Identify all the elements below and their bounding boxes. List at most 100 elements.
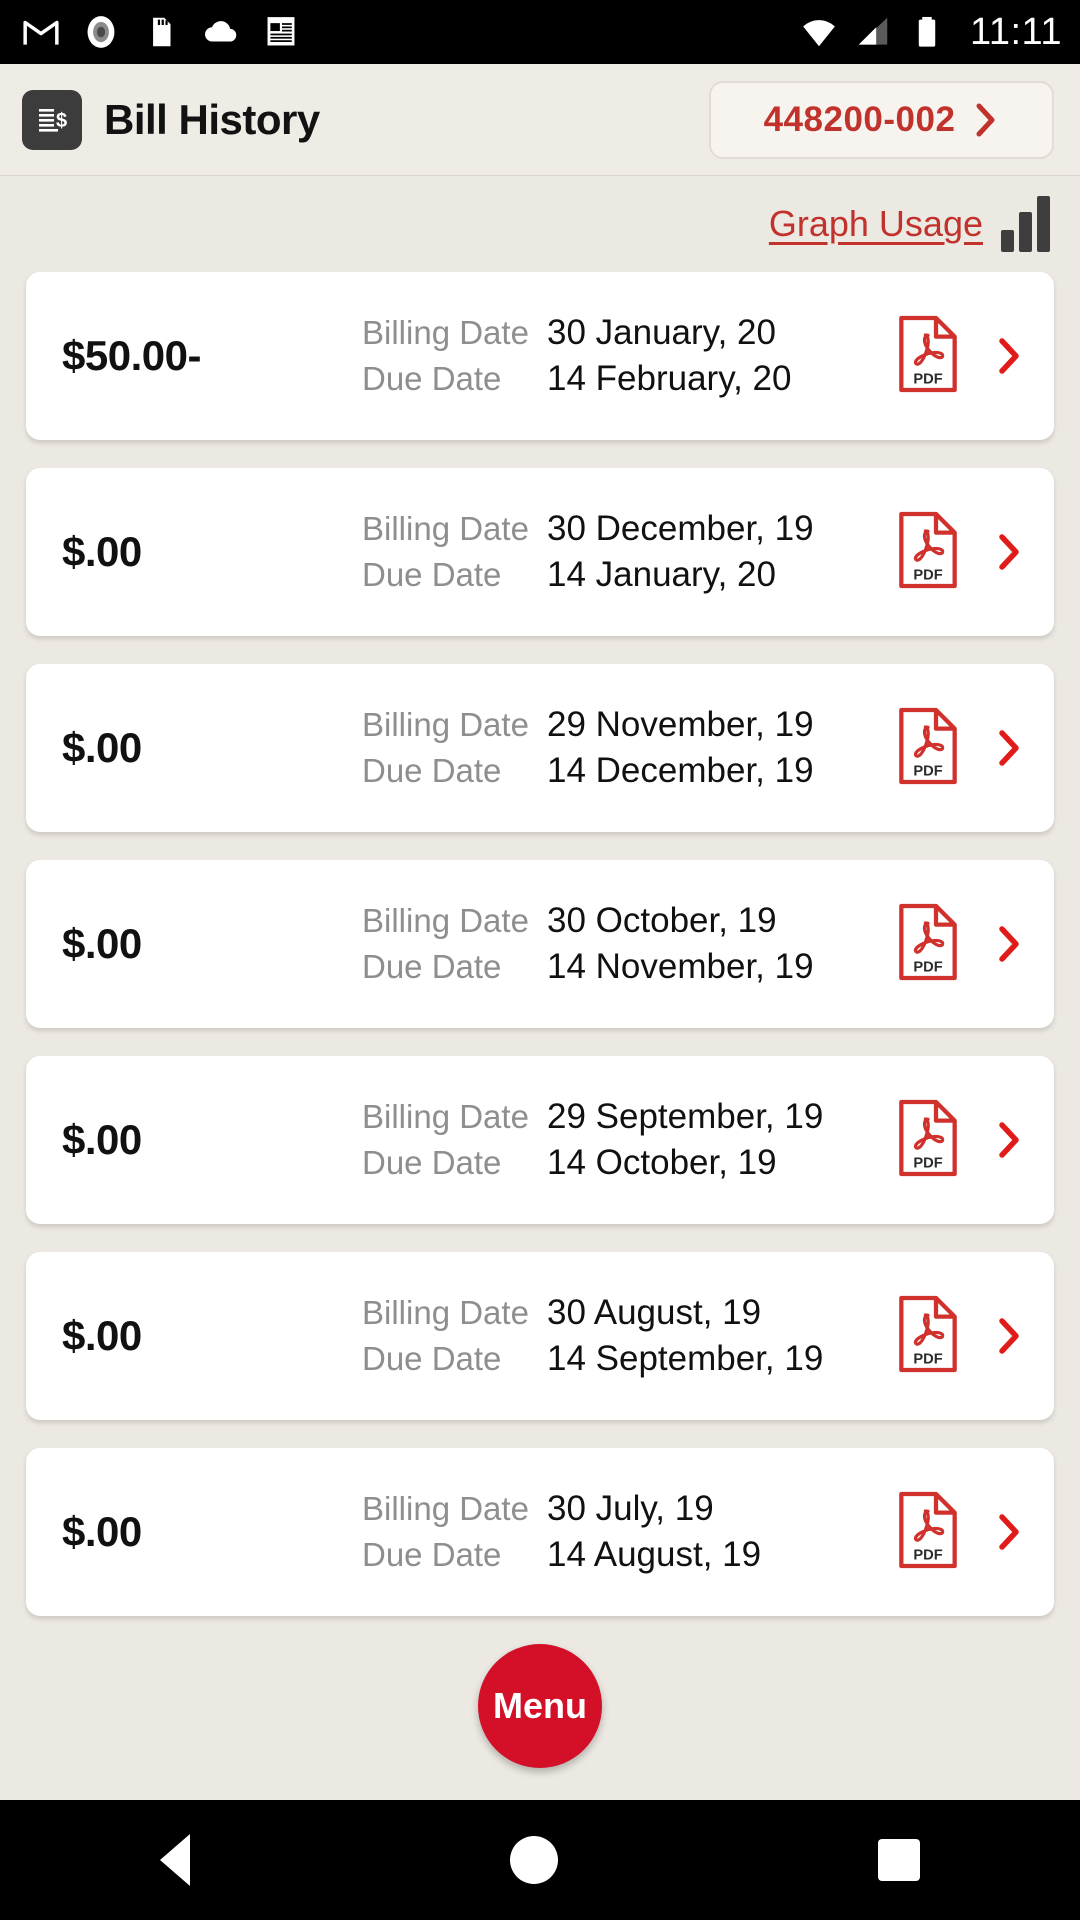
billing-date-row: Billing Date 30 July, 19 <box>362 1489 896 1529</box>
billing-date-label: Billing Date <box>362 902 529 939</box>
bar-chart-icon[interactable] <box>1001 196 1050 252</box>
billing-date-value: 29 September, 19 <box>547 1097 824 1136</box>
record-icon <box>87 16 115 48</box>
billing-date-label: Billing Date <box>362 1490 529 1527</box>
home-icon[interactable] <box>510 1836 558 1884</box>
due-date-label: Due Date <box>362 1536 502 1573</box>
due-date-value: 14 February, 20 <box>547 359 792 398</box>
recents-icon[interactable] <box>878 1839 920 1881</box>
bill-card[interactable]: $.00 Billing Date 29 September, 19 Due Date… <box>26 1056 1054 1224</box>
pdf-icon[interactable]: PDF <box>896 902 960 987</box>
app-root: 11:11 $ Bill History 448200-002 Graph Us… <box>0 0 1080 1920</box>
billing-date-row: Billing Date 30 August, 19 <box>362 1293 896 1333</box>
due-date-row: Due Date 14 September, 19 <box>362 1339 896 1379</box>
due-date-row: Due Date 14 December, 19 <box>362 751 896 791</box>
bill-amount: $50.00- <box>62 332 201 379</box>
billing-date-row: Billing Date 29 November, 19 <box>362 705 896 745</box>
billing-date-label: Billing Date <box>362 1098 529 1135</box>
battery-icon <box>918 16 936 47</box>
bill-history-content: Graph Usage $50.00- Billing Date 30 Januar… <box>0 176 1080 1800</box>
billing-date-value: 29 November, 19 <box>547 705 814 744</box>
pdf-icon[interactable]: PDF <box>896 706 960 791</box>
due-date-label: Due Date <box>362 1144 502 1181</box>
due-date-label: Due Date <box>362 752 502 789</box>
pdf-icon[interactable]: PDF <box>896 1490 960 1575</box>
bill-amount: $.00 <box>62 920 142 967</box>
bill-card[interactable]: $.00 Billing Date 30 December, 19 Due Date 1… <box>26 468 1054 636</box>
pdf-icon[interactable]: PDF <box>896 510 960 595</box>
due-date-row: Due Date 14 October, 19 <box>362 1143 896 1183</box>
graph-usage-link[interactable]: Graph Usage <box>769 203 983 245</box>
billing-date-row: Billing Date 30 October, 19 <box>362 901 896 941</box>
billing-date-value: 30 December, 19 <box>547 509 814 548</box>
sd-card-icon <box>153 17 171 47</box>
pdf-icon[interactable]: PDF <box>896 1294 960 1379</box>
pdf-icon[interactable]: PDF <box>896 314 960 399</box>
gmail-icon <box>23 20 59 45</box>
due-date-value: 14 October, 19 <box>547 1143 777 1182</box>
svg-text:PDF: PDF <box>913 1155 942 1171</box>
android-navigation-bar <box>0 1800 1080 1920</box>
bill-detail-chevron-icon[interactable] <box>994 1510 1024 1554</box>
app-header: $ Bill History 448200-002 <box>0 64 1080 176</box>
billing-date-label: Billing Date <box>362 706 529 743</box>
graph-usage-row: Graph Usage <box>26 176 1054 272</box>
svg-text:PDF: PDF <box>913 959 942 975</box>
bill-dates: Billing Date 30 August, 19 Due Date 14 Sept… <box>362 1293 896 1379</box>
status-bar-right-icons: 11:11 <box>800 11 1062 54</box>
svg-text:$: $ <box>56 110 67 132</box>
bill-dollar-icon: $ <box>22 89 82 150</box>
status-bar-clock: 11:11 <box>970 10 1062 53</box>
bill-amount: $.00 <box>62 1312 142 1359</box>
billing-date-value: 30 January, 20 <box>547 313 776 352</box>
bill-card[interactable]: $.00 Billing Date 30 July, 19 Due Date 14 Au… <box>26 1448 1054 1616</box>
bill-amount: $.00 <box>62 1508 142 1555</box>
bill-detail-chevron-icon[interactable] <box>994 922 1024 966</box>
bill-amount: $.00 <box>62 724 142 771</box>
bill-amount: $.00 <box>62 1116 142 1163</box>
due-date-value: 14 January, 20 <box>547 555 776 594</box>
menu-fab-button[interactable]: Menu <box>478 1644 602 1768</box>
svg-text:PDF: PDF <box>913 371 942 387</box>
billing-date-row: Billing Date 30 January, 20 <box>362 313 896 353</box>
status-bar-left-icons <box>22 13 300 51</box>
bill-detail-chevron-icon[interactable] <box>994 726 1024 770</box>
bill-detail-chevron-icon[interactable] <box>994 1314 1024 1358</box>
bill-dates: Billing Date 30 July, 19 Due Date 14 August… <box>362 1489 896 1575</box>
bill-dates: Billing Date 29 November, 19 Due Date 14 De… <box>362 705 896 791</box>
bill-detail-chevron-icon[interactable] <box>994 1118 1024 1162</box>
chevron-right-icon <box>976 103 995 136</box>
pdf-icon[interactable]: PDF <box>896 1098 960 1183</box>
billing-date-value: 30 August, 19 <box>547 1293 762 1332</box>
due-date-label: Due Date <box>362 1340 502 1377</box>
news-icon <box>267 17 295 46</box>
bill-card[interactable]: $50.00- Billing Date 30 January, 20 Due Dat… <box>26 272 1054 440</box>
due-date-row: Due Date 14 November, 19 <box>362 947 896 987</box>
bill-card[interactable]: $.00 Billing Date 30 October, 19 Due Date 14… <box>26 860 1054 1028</box>
billing-date-label: Billing Date <box>362 1294 529 1331</box>
back-icon[interactable] <box>160 1834 190 1886</box>
due-date-label: Due Date <box>362 948 502 985</box>
due-date-row: Due Date 14 February, 20 <box>362 359 896 399</box>
svg-text:PDF: PDF <box>913 567 942 583</box>
status-bar: 11:11 <box>0 0 1080 64</box>
svg-text:PDF: PDF <box>913 1547 942 1563</box>
due-date-value: 14 August, 19 <box>547 1535 762 1574</box>
due-date-row: Due Date 14 August, 19 <box>362 1535 896 1575</box>
cellular-signal-icon <box>858 17 888 45</box>
bill-card[interactable]: $.00 Billing Date 30 August, 19 Due Date 14 … <box>26 1252 1054 1420</box>
billing-date-value: 30 October, 19 <box>547 901 777 940</box>
bill-detail-chevron-icon[interactable] <box>994 530 1024 574</box>
account-selector-button[interactable]: 448200-002 <box>709 80 1054 159</box>
bill-detail-chevron-icon[interactable] <box>994 334 1024 378</box>
due-date-label: Due Date <box>362 360 502 397</box>
due-date-value: 14 November, 19 <box>547 947 814 986</box>
bill-card[interactable]: $.00 Billing Date 29 November, 19 Due Date 1… <box>26 664 1054 832</box>
bill-dates: Billing Date 30 January, 20 Due Date 14 Feb… <box>362 313 896 399</box>
billing-date-label: Billing Date <box>362 510 529 547</box>
bill-dates: Billing Date 29 September, 19 Due Date 14 O… <box>362 1097 896 1183</box>
menu-fab-wrapper: Menu <box>26 1644 1054 1768</box>
bill-dates: Billing Date 30 December, 19 Due Date 14 Ja… <box>362 509 896 595</box>
svg-text:PDF: PDF <box>913 1351 942 1367</box>
cloud-icon <box>205 21 237 42</box>
